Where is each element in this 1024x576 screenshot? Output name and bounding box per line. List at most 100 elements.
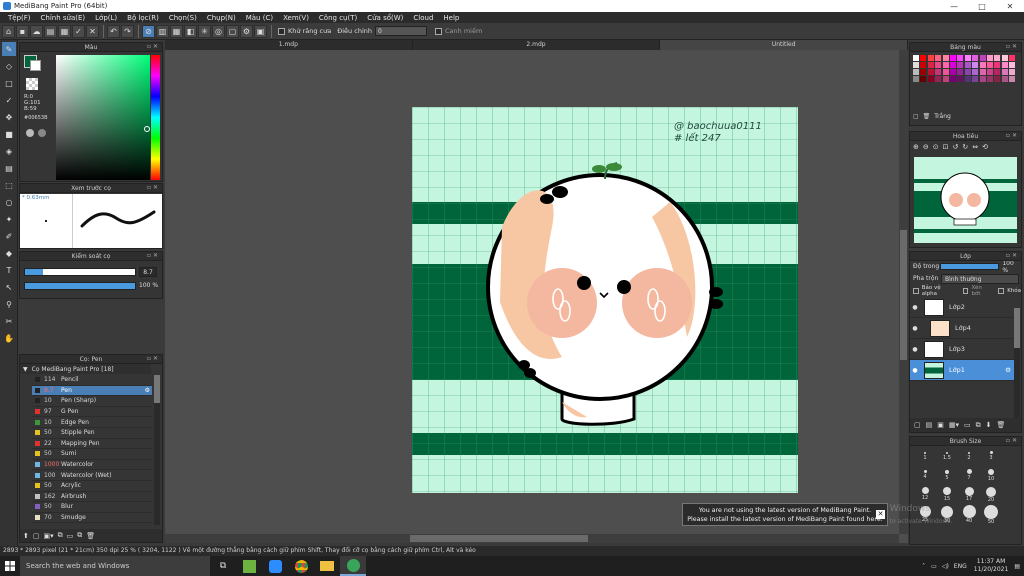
snap-parallel-icon[interactable]: ▥ xyxy=(156,24,169,38)
task-view-icon[interactable]: ⧉ xyxy=(210,556,236,576)
palette-swatch[interactable] xyxy=(964,55,971,61)
transparent-swatch[interactable] xyxy=(26,78,38,90)
file-explorer-icon[interactable] xyxy=(314,556,340,576)
color-picker-icon[interactable] xyxy=(38,129,46,137)
brush-size-option[interactable]: 3 xyxy=(980,448,1002,467)
palette-swatch[interactable] xyxy=(913,55,919,61)
canvas-scrollbar-vertical[interactable] xyxy=(899,50,908,534)
brush-item[interactable]: 1000 Watercolor xyxy=(32,460,152,471)
close-button[interactable]: ✕ xyxy=(996,0,1024,12)
brush-item-selected[interactable]: 8.7 Pen ⚙ xyxy=(32,385,152,397)
saturation-value-picker[interactable] xyxy=(56,55,150,180)
brush-size-option[interactable]: 4 xyxy=(914,467,936,486)
notification-icon[interactable]: ▤ xyxy=(1014,563,1020,570)
adjust-select[interactable]: 0 xyxy=(375,26,427,36)
clock[interactable]: 11:37 AM 11/20/2021 xyxy=(974,558,1009,574)
palette-swatch[interactable] xyxy=(913,69,919,75)
palette-swatch[interactable] xyxy=(957,55,964,61)
palette-grid[interactable] xyxy=(910,52,1021,85)
select-eraser-tool-icon[interactable]: ◆ xyxy=(2,246,16,260)
palette-swatch[interactable] xyxy=(957,69,964,75)
hue-slider[interactable] xyxy=(151,55,160,180)
undo-icon[interactable]: ↶ xyxy=(107,24,120,38)
brush-opacity-slider[interactable] xyxy=(24,282,136,290)
palette-swatch[interactable] xyxy=(986,55,993,61)
zoom-actual-icon[interactable]: ⊡ xyxy=(943,143,949,151)
text-tool-icon[interactable]: T xyxy=(2,263,16,277)
palette-swatch[interactable] xyxy=(920,55,927,61)
brush-size-value[interactable]: 8.7 xyxy=(139,267,157,277)
snap-vanish-icon[interactable]: ◧ xyxy=(184,24,197,38)
brush-size-option[interactable]: 2 xyxy=(958,448,980,467)
menu-layer[interactable]: Lớp(L) xyxy=(90,14,122,22)
new-8bit-layer-icon[interactable]: ▣ xyxy=(937,421,944,429)
layer-menu-icon[interactable]: ▦▾ xyxy=(949,421,959,429)
palette-swatch[interactable] xyxy=(935,69,942,75)
maximize-button[interactable]: □ xyxy=(968,0,996,12)
shape-tool-icon[interactable]: □ xyxy=(2,76,16,90)
palette-swatch[interactable] xyxy=(927,62,934,68)
snap-extra-icon[interactable]: ▣ xyxy=(254,24,267,38)
layer-item-lop4[interactable]: ● Lớp4 xyxy=(910,318,1014,339)
palette-swatch[interactable] xyxy=(1001,62,1008,68)
brush-tool-icon[interactable]: ✎ xyxy=(2,42,16,56)
fill-shape-tool-icon[interactable]: ■ xyxy=(2,127,16,141)
eye-icon[interactable]: ● xyxy=(910,346,920,353)
palette-swatch[interactable] xyxy=(949,62,956,68)
gradient-tool-icon[interactable]: ▤ xyxy=(2,161,16,175)
home-icon[interactable]: ⌂ xyxy=(2,24,15,38)
menu-filter[interactable]: Bộ lọc(R) xyxy=(122,14,164,22)
deselect-icon[interactable]: ✕ xyxy=(86,24,99,38)
brush-size-option[interactable]: 1 xyxy=(914,448,936,467)
palette-swatch[interactable] xyxy=(942,62,949,68)
layers-icon[interactable]: ▤ xyxy=(44,24,57,38)
palette-swatch[interactable] xyxy=(913,62,919,68)
eye-icon[interactable]: ● xyxy=(910,367,920,374)
brush-size-option[interactable]: 15 xyxy=(936,486,958,505)
layer-item-lop2[interactable]: ● Lớp2 xyxy=(910,297,1014,318)
brush-size-option[interactable]: 40 xyxy=(958,505,980,524)
redo-icon[interactable]: ↷ xyxy=(121,24,134,38)
magic-wand-tool-icon[interactable]: ✦ xyxy=(2,212,16,226)
menu-window[interactable]: Cửa sổ(W) xyxy=(362,14,408,22)
palette-swatch[interactable] xyxy=(913,76,919,82)
tab-1mdp[interactable]: 1.mdp xyxy=(165,40,413,50)
layer-opacity-slider[interactable] xyxy=(940,263,1000,270)
zoom-taskbar-icon[interactable] xyxy=(262,556,288,576)
brush-size-option[interactable]: 7 xyxy=(958,467,980,486)
palette-swatch[interactable] xyxy=(1009,62,1016,68)
canvas-scrollbar-horizontal[interactable] xyxy=(165,534,899,543)
layer-scrollbar[interactable] xyxy=(1014,308,1020,418)
brush-list-scrollbar[interactable] xyxy=(154,375,160,525)
layer-blend-select[interactable]: Bình thường xyxy=(941,273,1019,284)
network-icon[interactable]: ▭ xyxy=(931,563,937,570)
brush-size-option[interactable]: 10 xyxy=(980,467,1002,486)
gear-icon[interactable]: ⚙ xyxy=(1005,366,1011,374)
delete-layer-icon[interactable]: 🗑 xyxy=(997,421,1006,429)
reset-icon[interactable]: ⟲ xyxy=(982,143,988,151)
eyedropper-tool-icon[interactable]: ⚲ xyxy=(2,297,16,311)
palette-swatch[interactable] xyxy=(994,69,1001,75)
palette-swatch[interactable] xyxy=(979,55,986,61)
navigator-thumbnail[interactable] xyxy=(914,157,1017,243)
background-swatch[interactable] xyxy=(30,60,41,71)
clip-checkbox[interactable] xyxy=(962,288,969,294)
hand-tool-icon[interactable]: ✋ xyxy=(2,331,16,345)
brush-item[interactable]: 10 Pen (Sharp) xyxy=(32,396,152,407)
snap-off-icon[interactable]: ⊘ xyxy=(142,24,155,38)
palette-swatch[interactable] xyxy=(942,69,949,75)
brush-add-menu-icon[interactable]: ▣▾ xyxy=(44,532,54,540)
chrome-icon[interactable] xyxy=(288,556,314,576)
antialias-checkbox[interactable] xyxy=(278,27,285,35)
brush-item[interactable]: 162 Airbrush xyxy=(32,492,152,503)
menu-snap[interactable]: Chụp(N) xyxy=(202,14,241,22)
palette-swatch[interactable] xyxy=(964,69,971,75)
palette-swatch[interactable] xyxy=(1009,69,1016,75)
tab-untitled[interactable]: Untitled xyxy=(660,40,909,50)
snap-checkbox[interactable] xyxy=(435,27,442,35)
cloud-icon[interactable]: ☁ xyxy=(30,24,43,38)
palette-swatch[interactable] xyxy=(920,69,927,75)
menu-edit[interactable]: Chỉnh sửa(E) xyxy=(36,14,91,22)
volume-icon[interactable]: ◁) xyxy=(942,563,949,570)
select-tool-icon[interactable]: ⬚ xyxy=(2,178,16,192)
